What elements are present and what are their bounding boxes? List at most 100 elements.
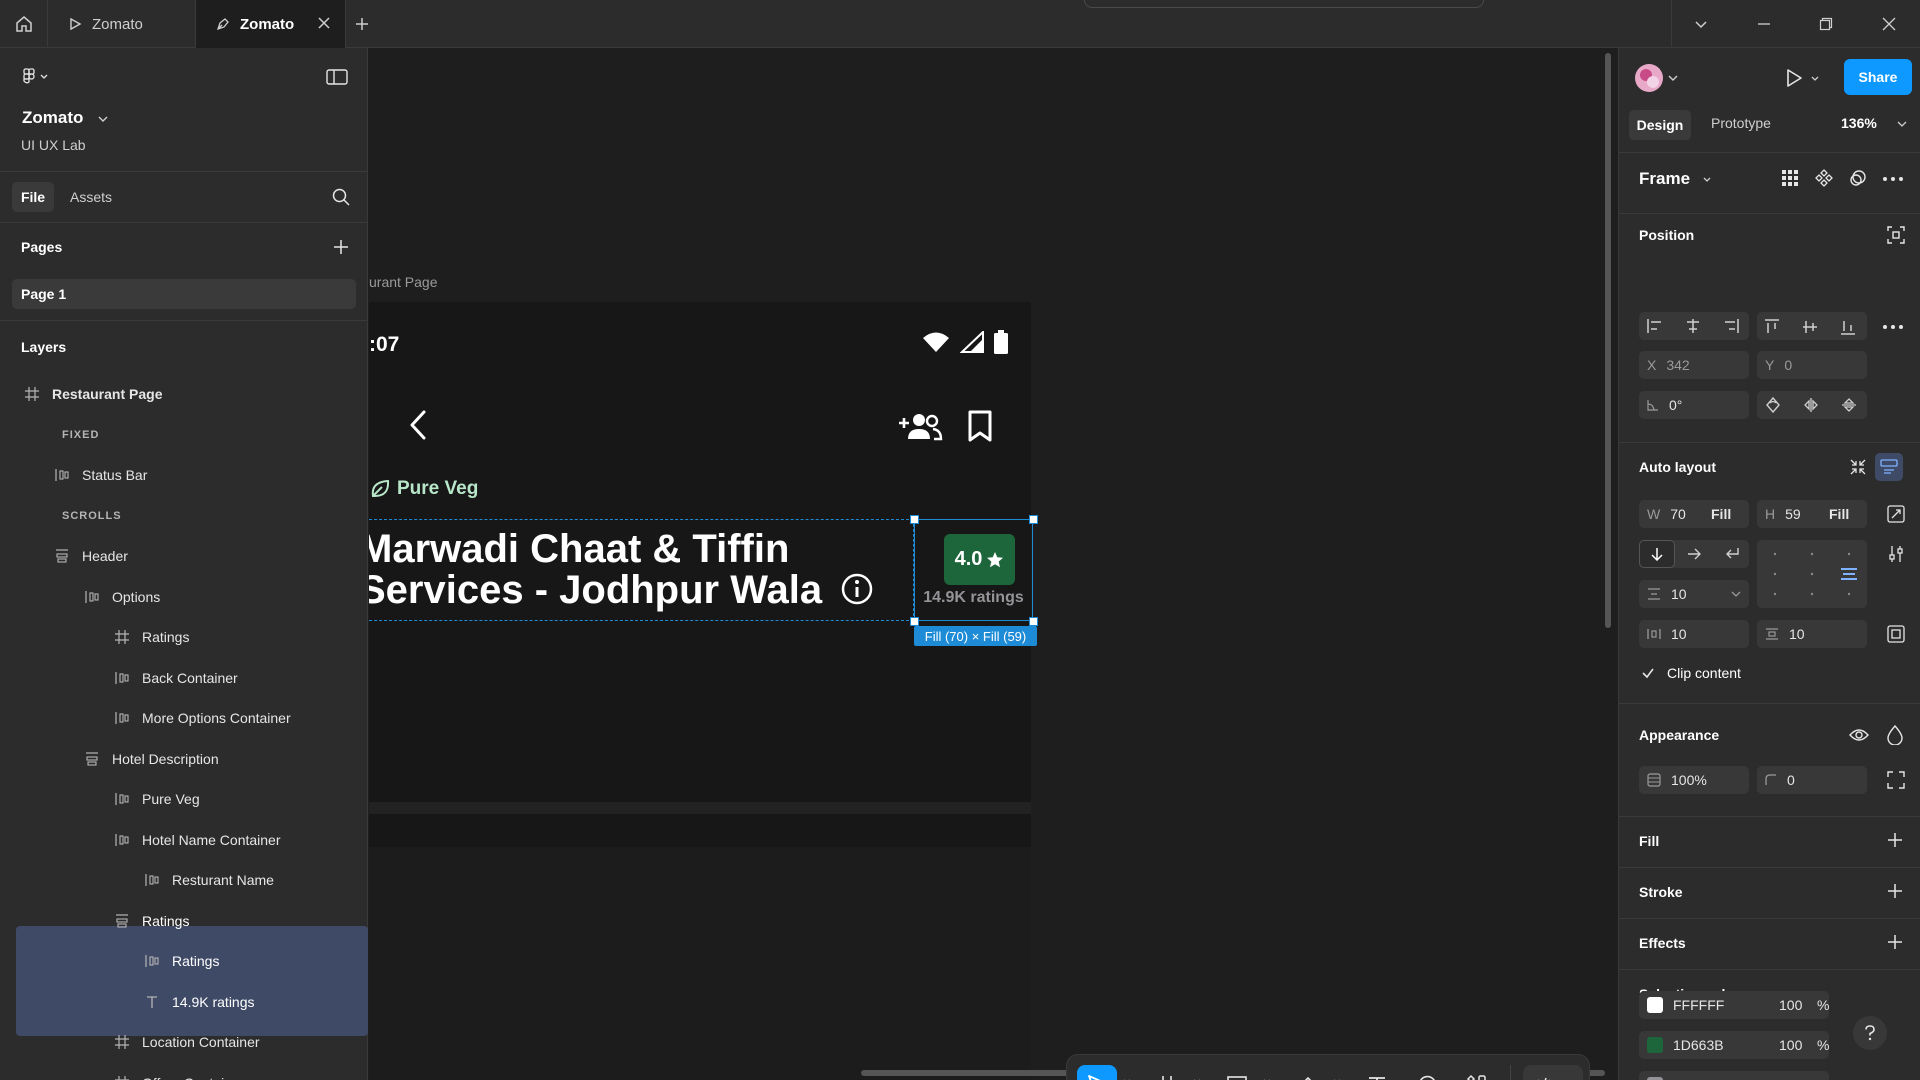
layer-item[interactable]: Offers Container: [16, 1063, 368, 1080]
align-bottom-icon[interactable]: [1841, 319, 1855, 335]
layout-settings-button[interactable]: [1887, 545, 1905, 563]
color-swatch[interactable]: [1647, 1037, 1663, 1053]
info-button[interactable]: [840, 572, 874, 606]
tab-design[interactable]: Design: [1629, 110, 1691, 140]
tab-zomato-prototype[interactable]: Zomato: [48, 0, 196, 48]
shape-tool[interactable]: [1217, 1065, 1257, 1080]
tab-prototype[interactable]: Prototype: [1711, 115, 1771, 131]
vertical-padding-input[interactable]: 10: [1757, 620, 1867, 648]
share-button[interactable]: Share: [1844, 59, 1912, 95]
width-input[interactable]: W 70 Fill: [1639, 500, 1749, 528]
help-button[interactable]: [1853, 1016, 1887, 1050]
arrow-right-icon[interactable]: [1687, 548, 1701, 560]
resize-to-fit-button[interactable]: [1887, 505, 1905, 523]
more-align-button[interactable]: [1883, 325, 1903, 329]
create-component-button[interactable]: [1815, 169, 1833, 187]
frame-name-label[interactable]: urant Page: [369, 274, 438, 290]
bookmark-button[interactable]: [967, 409, 993, 443]
tab-assets[interactable]: Assets: [70, 189, 112, 205]
present-button[interactable]: [1785, 68, 1803, 88]
color-hex[interactable]: FFFFFF: [1673, 997, 1724, 1013]
color-opacity[interactable]: 100: [1779, 1037, 1802, 1053]
independent-corners-button[interactable]: [1887, 771, 1905, 789]
corner-radius-input[interactable]: 0: [1757, 766, 1867, 794]
constraints-button[interactable]: [1887, 226, 1905, 244]
actions-tool[interactable]: [1457, 1065, 1497, 1080]
text-tool[interactable]: [1357, 1065, 1397, 1080]
opacity-input[interactable]: 100%: [1639, 766, 1749, 794]
selection-color-row[interactable]: 949398100%: [1639, 1071, 1829, 1080]
grid-view-button[interactable]: [1781, 169, 1799, 187]
wrap-icon[interactable]: [1725, 547, 1739, 561]
height-mode[interactable]: Fill: [1829, 506, 1849, 522]
resize-handle-bl[interactable]: [910, 617, 919, 626]
new-tab-button[interactable]: [350, 12, 374, 36]
x-position-input[interactable]: X 342: [1639, 351, 1749, 379]
command-bar[interactable]: [1084, 0, 1484, 8]
minimize-button[interactable]: [1733, 0, 1795, 48]
layer-item[interactable]: Resturant Name: [16, 860, 368, 900]
selection-color-row[interactable]: 1D663B 100%: [1639, 1031, 1829, 1059]
search-button[interactable]: [332, 188, 350, 206]
layer-item[interactable]: Ratings: [16, 901, 368, 941]
more-options-button[interactable]: [1883, 177, 1903, 181]
zoom-level[interactable]: 136%: [1841, 115, 1877, 131]
back-button[interactable]: [409, 410, 427, 440]
layer-item[interactable]: Pure Veg: [16, 779, 368, 819]
frame-tool[interactable]: [1147, 1065, 1187, 1080]
remove-auto-layout-button[interactable]: [1875, 453, 1903, 481]
add-fill-button[interactable]: [1887, 832, 1903, 848]
resize-handle-tl[interactable]: [910, 515, 919, 524]
layer-item[interactable]: Header: [16, 536, 368, 576]
align-top-icon[interactable]: [1765, 319, 1779, 335]
align-left-icon[interactable]: [1647, 319, 1663, 333]
resize-handle-tr[interactable]: [1029, 515, 1038, 524]
visibility-button[interactable]: [1849, 727, 1869, 743]
color-hex[interactable]: 1D663B: [1673, 1037, 1724, 1053]
home-button[interactable]: [0, 0, 48, 48]
close-window-button[interactable]: [1858, 0, 1920, 48]
restore-button[interactable]: [1795, 0, 1857, 48]
mask-button[interactable]: [1849, 169, 1867, 187]
y-position-input[interactable]: Y0: [1757, 351, 1867, 379]
design-canvas[interactable]: urant Page :07 Pure Veg Marwadi Chaat & …: [369, 48, 1618, 1080]
pen-tool[interactable]: [1287, 1065, 1327, 1080]
clip-content-checkbox[interactable]: Clip content: [1641, 665, 1741, 681]
alignment-grid[interactable]: [1757, 540, 1867, 608]
user-avatar-menu[interactable]: [1635, 62, 1679, 94]
add-page-button[interactable]: [334, 240, 348, 254]
flip-horizontal-icon[interactable]: [1803, 397, 1819, 413]
layer-item[interactable]: Options: [16, 577, 368, 617]
layer-item[interactable]: Status Bar: [16, 455, 368, 495]
page-item-page-1[interactable]: Page 1: [12, 279, 356, 309]
present-dropdown[interactable]: [1811, 76, 1819, 82]
chevron-down-icon[interactable]: [1731, 591, 1741, 597]
vertical-scrollbar[interactable]: [1605, 53, 1611, 628]
flip-vertical-icon[interactable]: [1841, 397, 1857, 413]
tab-file[interactable]: File: [12, 182, 54, 212]
gap-input[interactable]: 10: [1639, 580, 1749, 608]
main-menu-button[interactable]: [22, 68, 50, 84]
project-title[interactable]: Zomato: [22, 108, 108, 128]
layer-item[interactable]: More Options Container: [16, 698, 368, 738]
layer-item[interactable]: Back Container: [16, 658, 368, 698]
layer-item[interactable]: Hotel Name Container: [16, 820, 368, 860]
tab-zomato-design[interactable]: Zomato: [196, 0, 346, 48]
rotate-icon[interactable]: [1765, 397, 1781, 413]
direction-vertical-button[interactable]: [1639, 540, 1675, 568]
zoom-dropdown[interactable]: [1897, 121, 1907, 127]
align-center-h-icon[interactable]: [1685, 319, 1701, 333]
align-right-icon[interactable]: [1723, 319, 1739, 333]
align-middle-icon[interactable]: [1803, 319, 1817, 335]
layer-item[interactable]: Location Container: [16, 1022, 368, 1062]
add-effect-button[interactable]: [1887, 934, 1903, 950]
individual-padding-button[interactable]: [1887, 625, 1905, 643]
color-swatch[interactable]: [1647, 997, 1663, 1013]
dev-mode-toggle[interactable]: [1523, 1065, 1583, 1080]
add-stroke-button[interactable]: [1887, 883, 1903, 899]
layer-item[interactable]: 14.9K ratings: [16, 982, 368, 1022]
restaurant-page-frame[interactable]: :07 Pure Veg Marwadi Chaat & Tiffin Serv…: [369, 302, 1038, 1080]
comment-tool[interactable]: [1407, 1065, 1447, 1080]
layer-item[interactable]: Hotel Description: [16, 739, 368, 779]
blend-mode-button[interactable]: [1887, 725, 1903, 745]
